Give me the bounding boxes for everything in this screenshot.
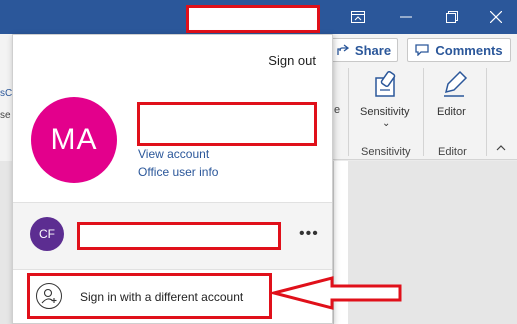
sign-in-different-account-label: Sign in with a different account — [80, 290, 244, 304]
restore-button[interactable] — [430, 0, 474, 34]
cut-text-3: e — [334, 104, 341, 116]
ribbon-display-options-button[interactable] — [336, 0, 380, 34]
editor-button[interactable]: Editor — [430, 68, 478, 140]
close-button[interactable] — [474, 0, 517, 34]
minimize-button[interactable] — [384, 0, 428, 34]
ribbon-divider — [423, 68, 424, 156]
share-label: Share — [354, 42, 392, 58]
office-user-info-link[interactable]: Office user info — [138, 165, 218, 179]
divider — [13, 269, 332, 270]
redacted-other-account — [77, 222, 281, 250]
avatar: MA — [31, 97, 117, 183]
other-account-avatar: CF — [30, 217, 64, 251]
redacted-user-name — [137, 102, 317, 146]
comments-label: Comments — [435, 42, 503, 58]
sensitivity-group-label: Sensitivity — [361, 146, 411, 158]
editor-icon — [444, 70, 468, 97]
minimize-icon — [400, 16, 412, 18]
redacted-title-box — [186, 5, 320, 33]
sensitivity-label: Sensitivity — [360, 106, 410, 118]
editor-group-label: Editor — [438, 146, 467, 158]
chevron-up-icon — [496, 145, 506, 151]
ribbon-divider — [486, 68, 487, 156]
sensitivity-button[interactable]: Sensitivity ⌄ — [356, 68, 418, 140]
sensitivity-icon — [375, 71, 396, 97]
share-icon — [337, 44, 349, 55]
document-margin — [0, 161, 12, 324]
ribbon-display-icon — [351, 11, 365, 23]
close-icon — [490, 11, 502, 23]
annotation-arrow — [270, 276, 402, 310]
share-button[interactable]: Share — [330, 38, 398, 62]
title-bar — [0, 0, 517, 34]
collapse-ribbon-button[interactable] — [496, 143, 506, 154]
view-account-link[interactable]: View account — [138, 147, 209, 161]
chevron-down-icon: ⌄ — [382, 118, 391, 129]
comments-button[interactable]: Comments — [407, 38, 511, 62]
more-options-button[interactable]: ••• — [299, 225, 319, 243]
restore-icon — [446, 11, 458, 23]
add-person-icon — [36, 283, 62, 309]
ribbon-divider — [348, 68, 349, 156]
comment-icon — [415, 44, 430, 56]
editor-label: Editor — [437, 106, 466, 118]
cut-text-1: sCo — [0, 88, 12, 99]
cut-text-2: se — [0, 110, 11, 121]
sign-in-different-account-button[interactable]: Sign in with a different account — [27, 273, 272, 319]
ribbon-left-edge: sCo se — [0, 34, 12, 161]
sign-out-link[interactable]: Sign out — [268, 53, 316, 68]
